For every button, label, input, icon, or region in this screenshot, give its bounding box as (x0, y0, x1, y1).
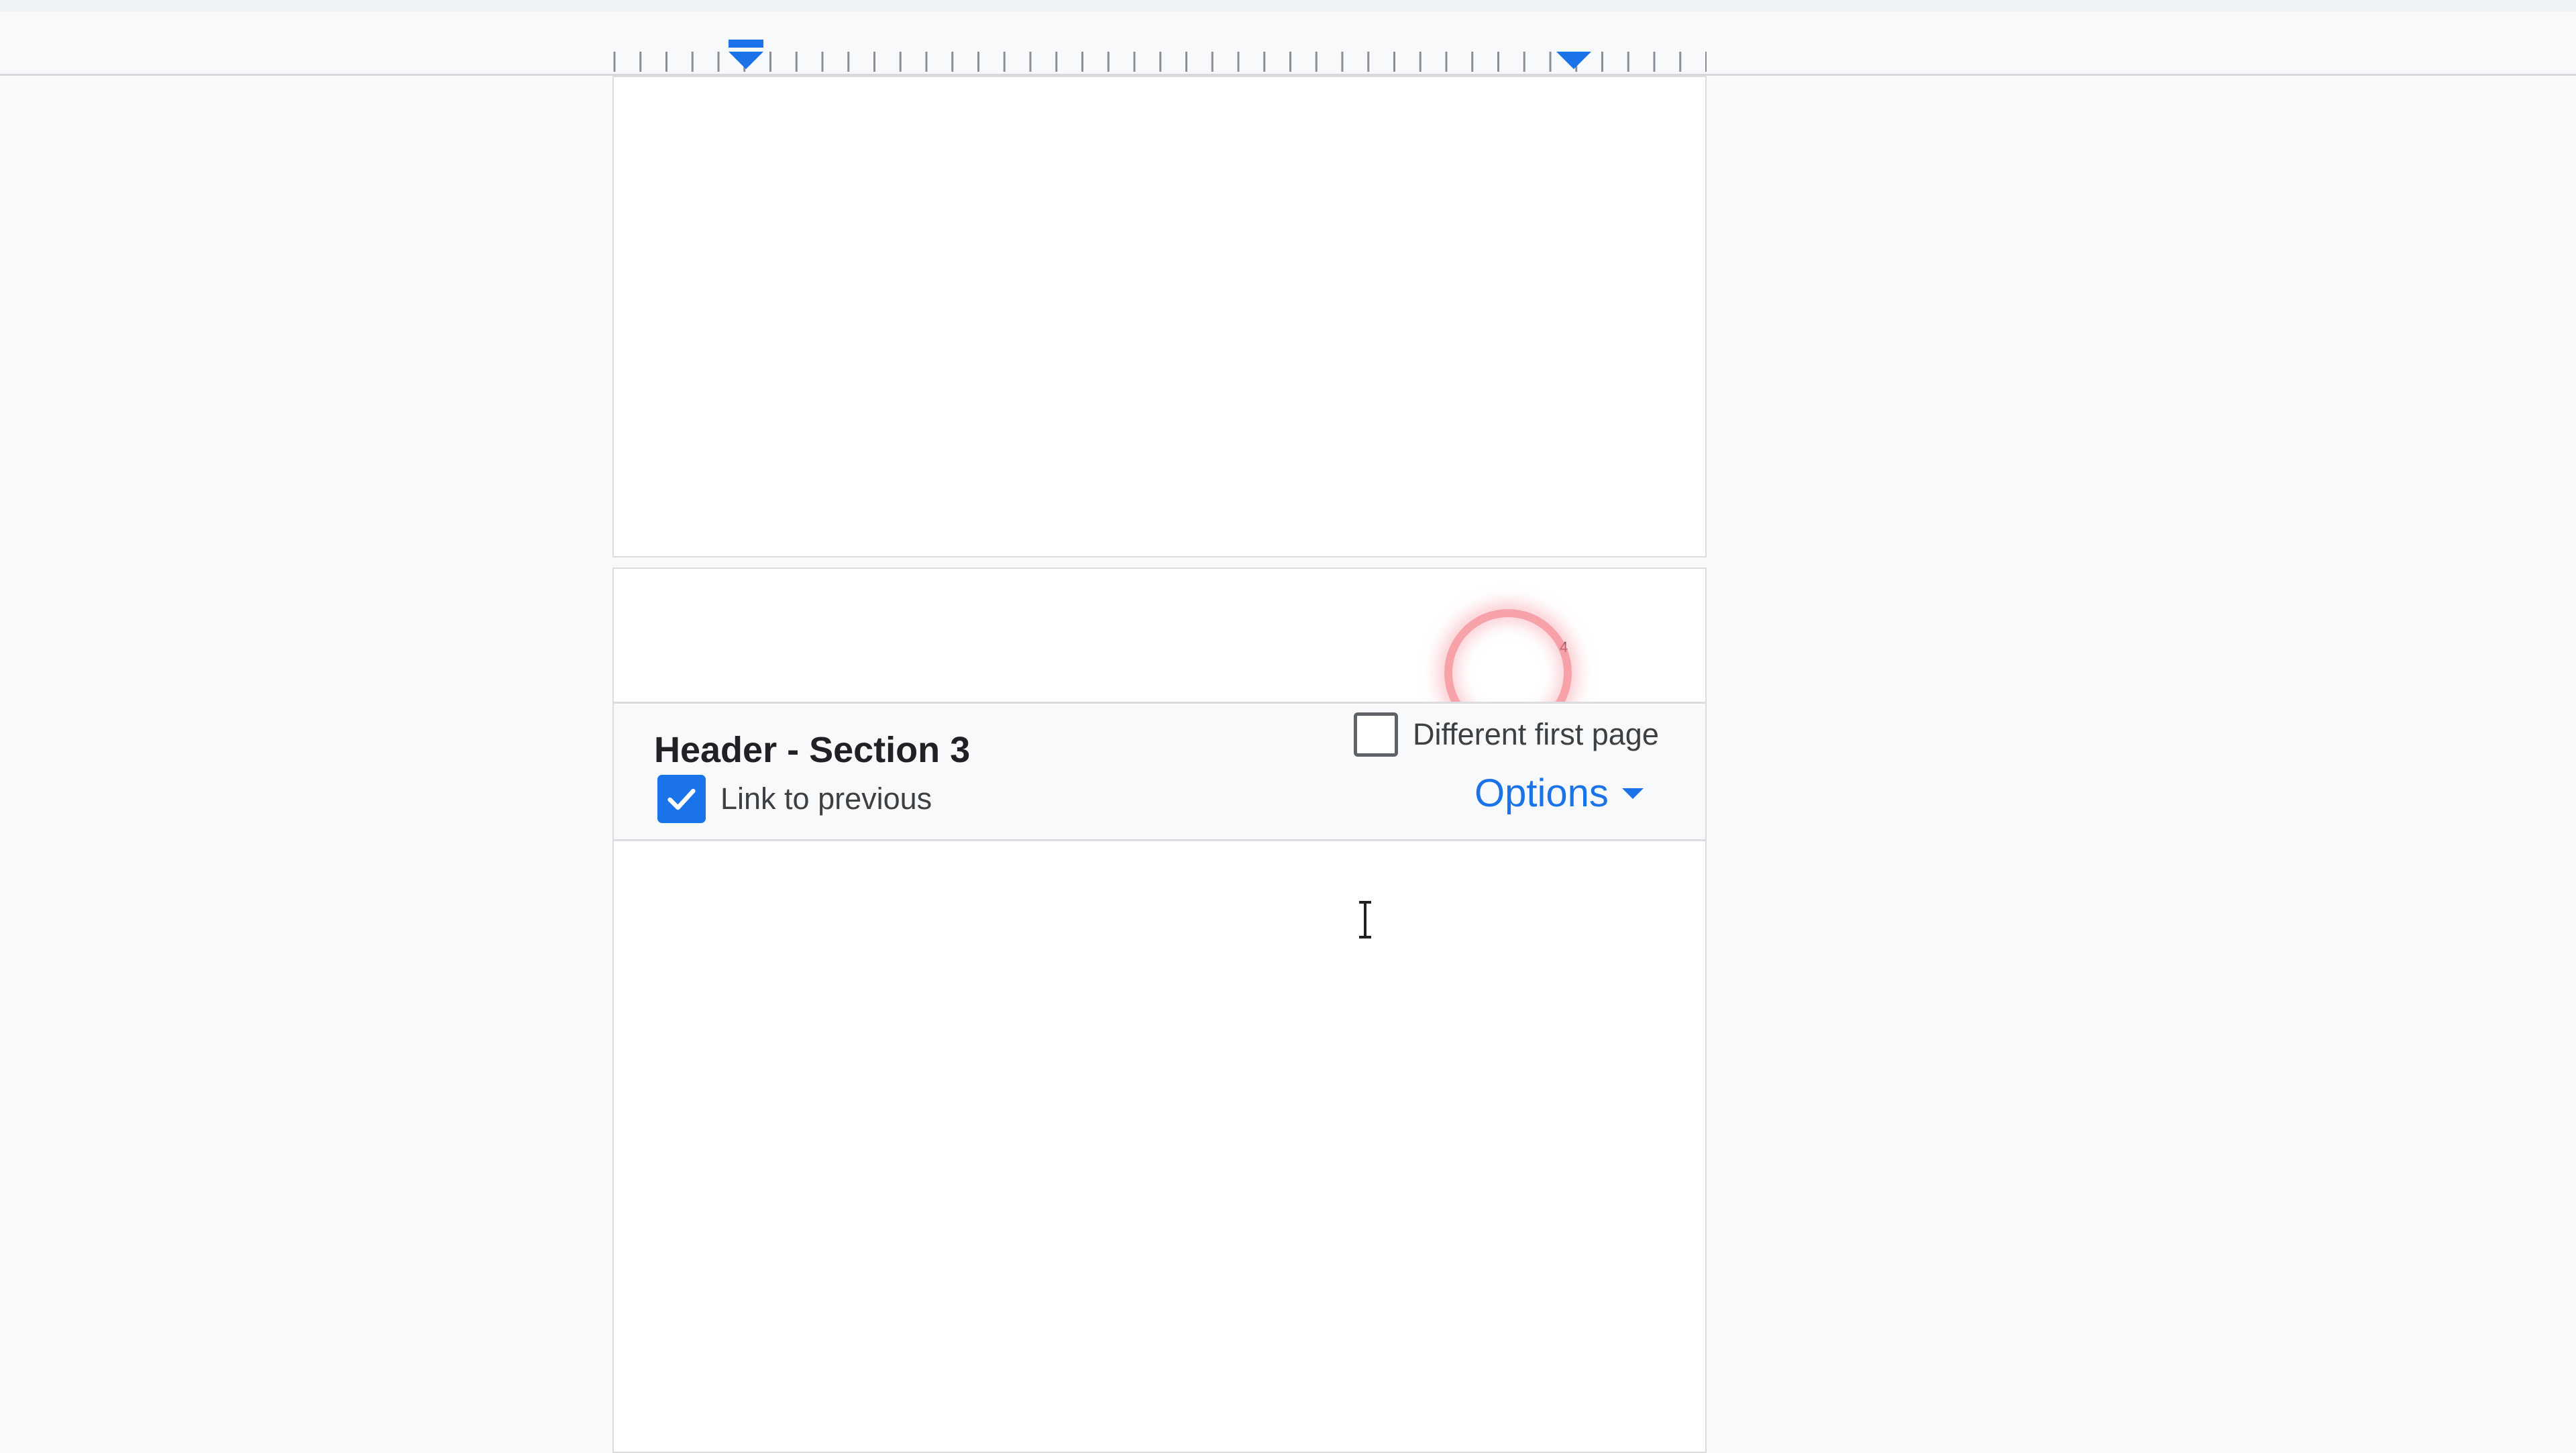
current-page[interactable]: 4 Header - Section 3 Link to previous Di… (612, 568, 1707, 1453)
different-first-page-label: Different first page (1413, 717, 1659, 751)
header-options-bar: Header - Section 3 Link to previous Diff… (614, 702, 1705, 841)
header-section-title: Header - Section 3 (654, 730, 971, 770)
different-first-page-checkbox[interactable]: Different first page (1354, 712, 1659, 757)
arrow-drop-down-icon (1621, 788, 1644, 799)
page-body[interactable] (614, 841, 1705, 1452)
checkbox-unchecked-icon[interactable] (1354, 712, 1398, 757)
left-indent-marker-icon[interactable] (729, 52, 763, 69)
first-line-indent-marker-icon[interactable] (729, 40, 763, 48)
options-label: Options (1474, 771, 1609, 815)
text-cursor-icon (1359, 901, 1371, 938)
previous-page[interactable] (612, 76, 1707, 557)
horizontal-ruler[interactable] (613, 11, 1707, 74)
check-icon (667, 788, 696, 810)
link-to-previous-checkbox[interactable]: Link to previous (657, 775, 932, 823)
link-to-previous-label: Link to previous (720, 782, 932, 816)
checkbox-checked-icon[interactable] (657, 775, 706, 823)
toolbar-strip (0, 0, 2576, 11)
right-indent-marker-icon[interactable] (1556, 52, 1591, 69)
options-dropdown-button[interactable]: Options (1474, 771, 1644, 816)
horizontal-ruler-bar (0, 11, 2576, 76)
page-header-area[interactable]: 4 (614, 569, 1705, 737)
